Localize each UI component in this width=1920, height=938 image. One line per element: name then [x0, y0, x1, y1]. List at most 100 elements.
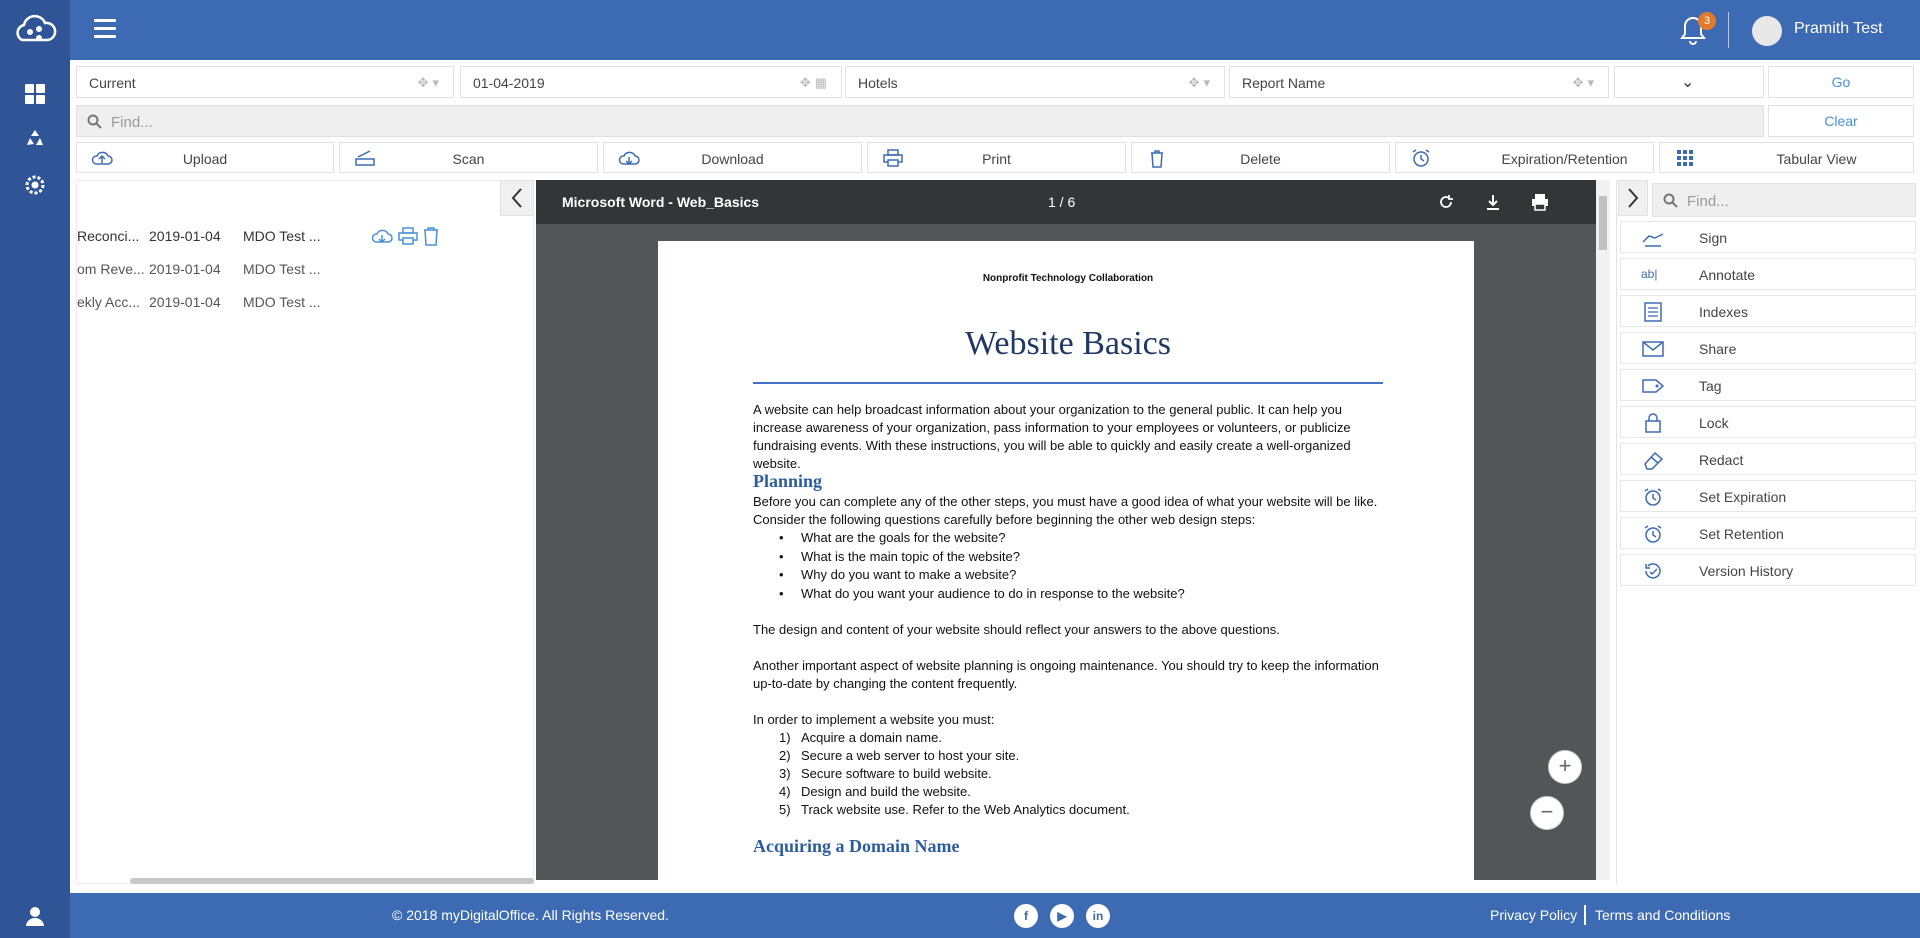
scope-value: Current [89, 75, 136, 91]
user-name[interactable]: Pramith Test [1794, 20, 1883, 38]
upload-button[interactable]: Upload [76, 142, 334, 173]
rotate-icon[interactable] [1436, 192, 1456, 212]
hamburger-menu-icon[interactable] [94, 19, 116, 39]
expiration-retention-label: Expiration/Retention [1501, 151, 1628, 167]
delete-button[interactable]: Delete [1131, 142, 1390, 173]
move-dropdown-icon: ✥▾ [1572, 75, 1598, 90]
print-button[interactable]: Print [867, 142, 1126, 173]
eraser-icon [1644, 451, 1664, 470]
grid-icon [1677, 150, 1693, 166]
list-item: • What are the goals for the website? [779, 530, 1006, 545]
scope-select[interactable]: Current ✥▾ [76, 66, 454, 98]
row-print-icon[interactable] [398, 227, 418, 245]
alarm-clock-icon [1412, 149, 1430, 167]
recycle-icon[interactable] [23, 127, 47, 151]
delete-label: Delete [1240, 151, 1281, 167]
chevron-right-icon [1628, 188, 1639, 208]
pdf-viewer: Microsoft Word - Web_Basics 1 / 6 Nonpro… [536, 180, 1596, 880]
horizontal-scrollbar[interactable] [130, 878, 534, 884]
footer-divider [1584, 905, 1586, 925]
go-button[interactable]: Go [1768, 66, 1914, 98]
tool-redact[interactable]: Redact [1620, 443, 1916, 475]
facebook-icon[interactable]: f [1014, 904, 1038, 928]
extra-select[interactable]: ⌄ [1614, 66, 1764, 98]
download-icon[interactable] [1483, 192, 1503, 212]
list-item: 1) Acquire a domain name. [779, 730, 942, 745]
tool-label: Sign [1699, 230, 1728, 246]
tool-indexes[interactable]: Indexes [1620, 295, 1916, 327]
chevron-down-icon: ⌄ [1681, 74, 1695, 91]
document-page: Nonprofit Technology Collaboration Websi… [658, 241, 1474, 880]
avatar[interactable] [1752, 16, 1782, 46]
tool-label: Set Retention [1699, 526, 1784, 542]
collapse-tools-button[interactable] [1618, 180, 1648, 216]
text-cursor-icon: ab| [1641, 267, 1658, 281]
settings-gear-icon[interactable] [23, 173, 47, 197]
report-value: Report Name [1242, 75, 1326, 91]
tool-sign[interactable]: Sign [1620, 221, 1916, 253]
search-placeholder: Find... [111, 114, 153, 131]
report-select[interactable]: Report Name ✥▾ [1229, 66, 1609, 98]
category-value: Hotels [858, 75, 898, 91]
date-value: 01-04-2019 [473, 75, 545, 91]
row-download-icon[interactable] [372, 229, 393, 244]
move-dropdown-icon: ✥▾ [1188, 75, 1214, 90]
tag-icon [1642, 379, 1665, 393]
tool-share[interactable]: Share [1620, 332, 1916, 364]
sign-hand-icon [1642, 233, 1664, 247]
dashboard-icon[interactable] [23, 82, 47, 106]
file-date: 2019-01-04 [149, 261, 221, 277]
youtube-icon[interactable]: ▶ [1050, 904, 1074, 928]
privacy-policy-link[interactable]: Privacy Policy [1490, 907, 1577, 923]
clear-button[interactable]: Clear [1768, 105, 1914, 137]
maintenance-paragraph: Another important aspect of website plan… [753, 658, 1379, 691]
list-item: 4) Design and build the website. [779, 784, 971, 799]
scan-button[interactable]: Scan [339, 142, 598, 173]
row-delete-icon[interactable] [424, 227, 438, 246]
tool-annotate[interactable]: ab| Annotate [1620, 258, 1916, 290]
planning-paragraph: Before you can complete any of the other… [753, 494, 1378, 527]
search-icon [87, 114, 102, 129]
copyright-text: © 2018 myDigitalOffice. All Rights Reser… [392, 907, 669, 923]
category-select[interactable]: Hotels ✥▾ [845, 66, 1225, 98]
file-owner: MDO Test ... [243, 261, 321, 277]
search-icon [1663, 193, 1678, 208]
scan-label: Scan [452, 151, 485, 167]
search-input[interactable]: Find... [76, 105, 1764, 137]
date-field[interactable]: 01-04-2019 ✥▦ [460, 66, 842, 98]
tools-search-placeholder: Find... [1687, 193, 1729, 210]
alarm-clock-icon [1644, 525, 1662, 543]
tool-set-retention[interactable]: Set Retention [1620, 517, 1916, 549]
index-icon [1644, 302, 1662, 322]
cloud-logo-icon[interactable] [12, 10, 58, 50]
tool-set-expiration[interactable]: Set Expiration [1620, 480, 1916, 512]
implement-paragraph: In order to implement a website you must… [753, 712, 995, 727]
user-settings-icon[interactable] [24, 905, 46, 927]
expiration-retention-button[interactable]: Expiration/Retention [1395, 142, 1654, 173]
tool-label: Share [1699, 341, 1737, 357]
zoom-in-button[interactable]: + [1548, 750, 1582, 784]
download-button[interactable]: Download [603, 142, 862, 173]
tabular-view-button[interactable]: Tabular View [1659, 142, 1914, 173]
tools-search-input[interactable]: Find... [1652, 183, 1916, 217]
file-owner: MDO Test ... [243, 228, 321, 244]
list-item: • What do you want your audience to do in… [779, 586, 1185, 601]
tool-tag[interactable]: Tag [1620, 369, 1916, 401]
planning-heading: Planning [753, 471, 823, 491]
history-icon [1645, 563, 1661, 579]
tool-version-history[interactable]: Version History [1620, 554, 1916, 586]
title-divider [753, 382, 1383, 384]
viewer-scrollbar[interactable] [1596, 180, 1610, 880]
print-icon[interactable] [1530, 192, 1550, 212]
linkedin-icon[interactable]: in [1086, 904, 1110, 928]
tool-lock[interactable]: Lock [1620, 406, 1916, 438]
zoom-out-button[interactable]: − [1530, 796, 1564, 830]
tool-label: Set Expiration [1699, 489, 1787, 505]
collapse-list-button[interactable] [500, 180, 534, 216]
tool-label: Redact [1699, 452, 1744, 468]
terms-link[interactable]: Terms and Conditions [1595, 907, 1730, 923]
envelope-icon [1642, 341, 1664, 357]
domain-heading: Acquiring a Domain Name [753, 836, 960, 856]
lock-icon [1645, 413, 1661, 433]
document-heading: Website Basics [965, 325, 1171, 362]
